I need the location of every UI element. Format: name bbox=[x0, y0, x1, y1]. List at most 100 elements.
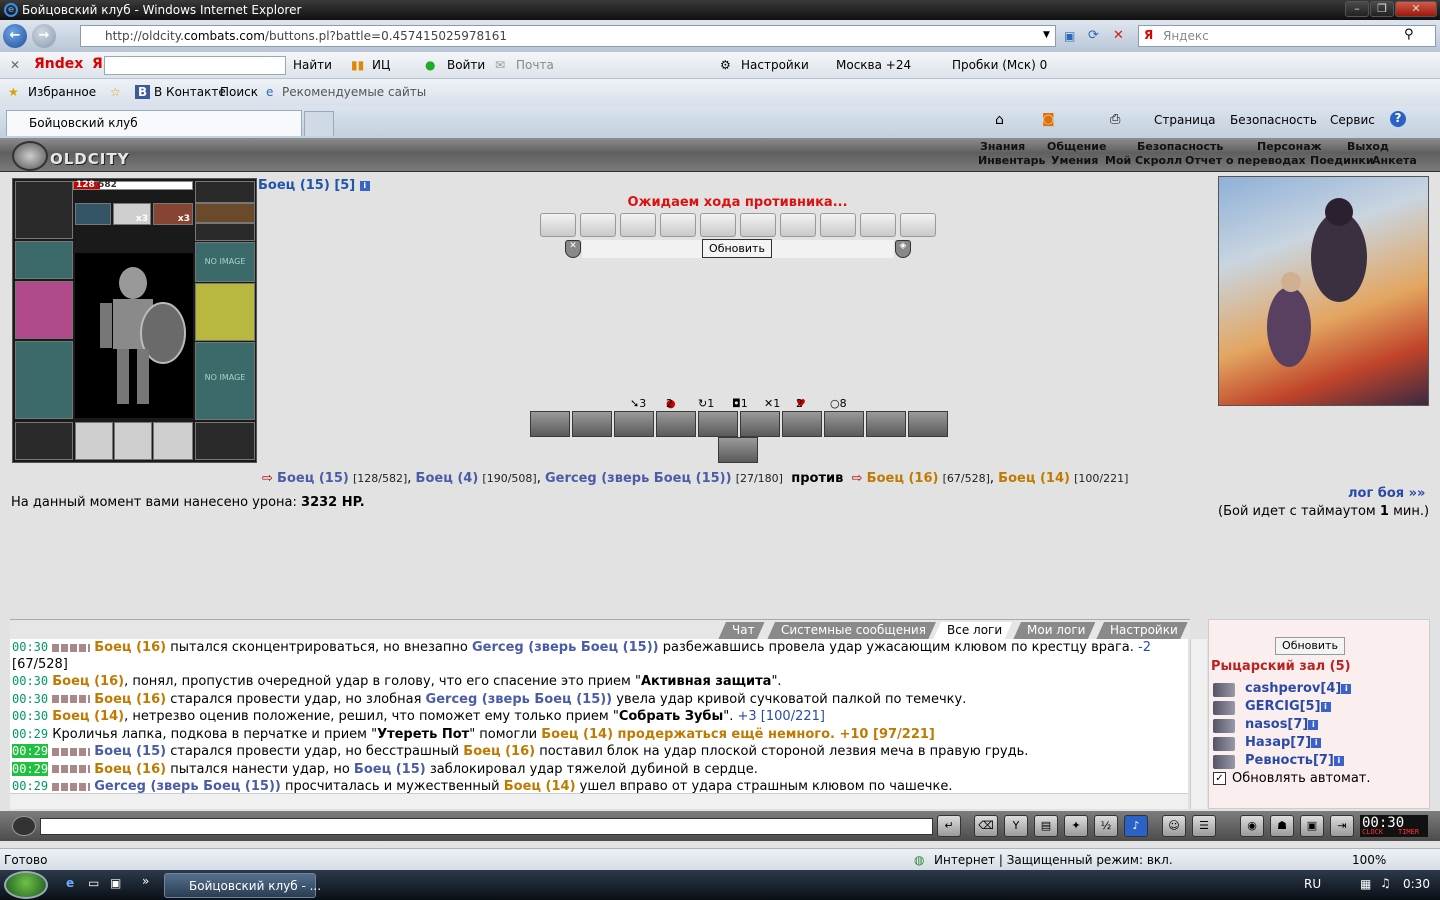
tab-all-logs[interactable]: Все логи bbox=[933, 622, 1012, 640]
info-icon[interactable]: i bbox=[359, 180, 370, 191]
amulet-slot[interactable] bbox=[195, 203, 255, 223]
info-icon[interactable]: i bbox=[1341, 683, 1352, 694]
exit-icon[interactable]: ⇥ bbox=[1330, 815, 1354, 837]
info-icon[interactable]: i bbox=[1311, 737, 1322, 748]
tab-chat[interactable]: Чат bbox=[718, 622, 765, 640]
maximize-button[interactable]: ❐ bbox=[1370, 1, 1394, 17]
yandex-logo[interactable]: Яndex bbox=[34, 56, 83, 72]
room-member[interactable]: Ревность[7] i bbox=[1245, 753, 1344, 768]
page-menu[interactable]: Страница bbox=[1154, 113, 1216, 127]
desktop-quicklaunch-icon[interactable]: ▣ bbox=[110, 876, 121, 890]
log-horizontal-scrollbar[interactable] bbox=[10, 793, 1188, 809]
room-refresh-button[interactable]: Обновить bbox=[1275, 637, 1345, 655]
room-member[interactable]: Назар[7] i bbox=[1245, 735, 1322, 750]
explorer-quicklaunch-icon[interactable]: ▭ bbox=[88, 876, 99, 890]
skill-button-11[interactable] bbox=[718, 437, 758, 463]
info-icon[interactable]: i bbox=[1308, 719, 1319, 730]
menu-inventory[interactable]: Инвентарь bbox=[978, 154, 1045, 167]
scroll-slot-5[interactable] bbox=[700, 213, 736, 237]
back-button[interactable]: ← bbox=[3, 24, 27, 48]
fighter-2[interactable]: Боец (4) bbox=[416, 471, 479, 486]
language-indicator[interactable]: RU bbox=[1304, 877, 1321, 891]
room-member[interactable]: nasos[7] i bbox=[1245, 717, 1319, 732]
menu-exit[interactable]: Выход bbox=[1347, 140, 1389, 153]
login-button[interactable]: Войти bbox=[447, 58, 485, 72]
gloves-slot[interactable]: NO IMAGE bbox=[195, 242, 255, 282]
menu-skills[interactable]: Умения bbox=[1051, 154, 1098, 167]
more-quicklaunch-icon[interactable]: » bbox=[142, 874, 149, 888]
find-button[interactable]: Найти bbox=[293, 58, 332, 72]
mail-button[interactable]: Почта bbox=[516, 58, 554, 72]
effect-icon-3[interactable]: x3 bbox=[153, 203, 193, 225]
enemy-1[interactable]: Боец (16) bbox=[867, 471, 939, 486]
traffic-button[interactable]: Пробки (Мск) 0 bbox=[952, 58, 1047, 72]
scroll-slot-8[interactable] bbox=[820, 213, 856, 237]
skill-button-10[interactable] bbox=[908, 411, 948, 437]
smile-icon[interactable]: ☺ bbox=[1162, 815, 1186, 837]
skill-button-8[interactable] bbox=[824, 411, 864, 437]
skill-button-9[interactable] bbox=[866, 411, 906, 437]
skill-button-2[interactable] bbox=[572, 411, 612, 437]
zoom-level[interactable]: 100% bbox=[1352, 853, 1386, 867]
rune-slot-2[interactable] bbox=[114, 422, 152, 460]
forward-button[interactable]: → bbox=[32, 24, 56, 48]
volume-icon[interactable]: ♫ bbox=[1380, 876, 1391, 890]
stop-icon[interactable]: ✕ bbox=[1113, 28, 1124, 43]
settings-button[interactable]: Настройки bbox=[741, 58, 809, 72]
tab-system[interactable]: Системные сообщения bbox=[767, 622, 936, 640]
close-window-button[interactable]: ✕ bbox=[1395, 1, 1437, 17]
effect-icon-1[interactable] bbox=[75, 203, 111, 225]
skill-button-4[interactable] bbox=[656, 411, 696, 437]
scroll-slot-4[interactable] bbox=[660, 213, 696, 237]
compat-view-icon[interactable]: ▣ bbox=[1064, 29, 1075, 43]
checkbox-icon[interactable]: ✓ bbox=[1213, 772, 1226, 785]
menu-transfers[interactable]: Отчет о переводах bbox=[1185, 154, 1306, 167]
skill-button-3[interactable] bbox=[614, 411, 654, 437]
yandex-search-field[interactable] bbox=[104, 56, 286, 75]
scroll-slot-7[interactable] bbox=[780, 213, 816, 237]
new-tab-button[interactable] bbox=[304, 111, 334, 136]
minimize-button[interactable]: – bbox=[1345, 1, 1369, 17]
lock-icon[interactable]: ▣ bbox=[1300, 815, 1324, 837]
search-icon[interactable]: ⚲ bbox=[1404, 27, 1414, 42]
skill-button-7[interactable] bbox=[782, 411, 822, 437]
eraser-icon[interactable]: ⌫ bbox=[974, 815, 998, 837]
tab-settings[interactable]: Настройки bbox=[1096, 622, 1188, 640]
rune-slot-3[interactable] bbox=[153, 422, 193, 460]
add-favorite-icon[interactable]: ☆ bbox=[110, 85, 121, 99]
home-icon[interactable]: ⌂ bbox=[995, 112, 1004, 128]
security-zone[interactable]: Интернет | Защищенный режим: вкл. bbox=[934, 853, 1173, 867]
fight-icon[interactable]: ✦ bbox=[1064, 815, 1088, 837]
filter-icon[interactable]: Y bbox=[1004, 815, 1028, 837]
fighter-1[interactable]: Боец (15) bbox=[277, 471, 349, 486]
search-link[interactable]: Поиск bbox=[220, 85, 258, 99]
menu-character[interactable]: Персонаж bbox=[1257, 140, 1322, 153]
music-icon[interactable]: ♪ bbox=[1124, 815, 1148, 837]
url-dropdown-icon[interactable]: ▼ bbox=[1043, 30, 1050, 40]
scroll-slot-6[interactable] bbox=[740, 213, 776, 237]
split-icon[interactable]: ½ bbox=[1094, 815, 1118, 837]
menu-battles[interactable]: Поединки bbox=[1310, 154, 1374, 167]
favorites-button[interactable]: Избранное bbox=[28, 85, 96, 99]
scroll-slot-10[interactable] bbox=[900, 213, 936, 237]
info-icon[interactable]: i bbox=[1333, 755, 1344, 766]
vkontakte-link[interactable]: В Контакте bbox=[154, 85, 226, 99]
menu-profile[interactable]: Анкета bbox=[1372, 154, 1417, 167]
security-menu[interactable]: Безопасность bbox=[1230, 113, 1317, 127]
boots-slot[interactable] bbox=[195, 422, 255, 460]
refresh-icon[interactable]: ⟳ bbox=[1088, 28, 1099, 43]
tab-active[interactable]: Бойцовский клуб bbox=[6, 110, 302, 136]
armor-slot[interactable] bbox=[15, 341, 73, 419]
skill-button-5[interactable] bbox=[698, 411, 738, 437]
enemy-2[interactable]: Боец (14) bbox=[998, 471, 1070, 486]
tab-my-logs[interactable]: Мои логи bbox=[1013, 622, 1095, 640]
bag-icon[interactable]: ◉ bbox=[1240, 815, 1264, 837]
battle-log-link[interactable]: лог боя »» bbox=[1348, 486, 1425, 501]
battle-refresh-button[interactable]: Обновить bbox=[702, 239, 772, 258]
ic-button[interactable]: ИЦ bbox=[372, 58, 390, 72]
player-name[interactable]: Боец (15) [5] i bbox=[258, 178, 370, 193]
skill-button-1[interactable] bbox=[530, 411, 570, 437]
service-menu[interactable]: Сервис bbox=[1330, 113, 1375, 127]
menu-my-scroll[interactable]: Мой Скролл bbox=[1105, 154, 1182, 167]
weapon-slot[interactable] bbox=[15, 281, 73, 339]
